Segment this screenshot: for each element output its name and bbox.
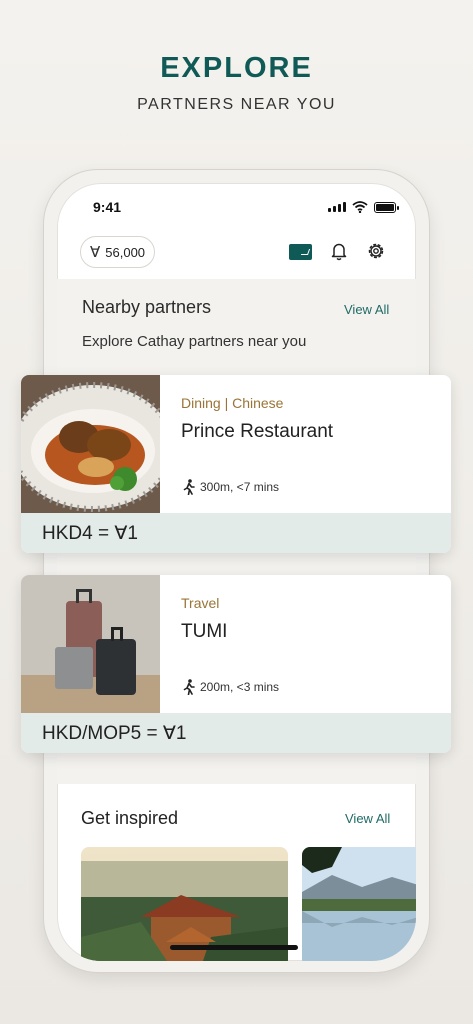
earn-rate-text: HKD/MOP5 = Ɐ1 <box>42 722 187 744</box>
partner-distance: 300m, <7 mins <box>183 479 279 495</box>
points-balance-chip[interactable]: Ɐ 56,000 <box>80 236 156 268</box>
asia-miles-icon: Ɐ <box>90 244 101 261</box>
signal-icon <box>328 202 346 212</box>
partner-category: Travel <box>181 595 220 611</box>
earn-rate-band: HKD/MOP5 = Ɐ1 <box>21 713 451 753</box>
section-title-nearby: Nearby partners <box>82 297 212 317</box>
inspire-card-lake[interactable] <box>302 847 416 961</box>
bell-icon[interactable] <box>330 241 348 261</box>
earn-rate-text: HKD4 = Ɐ1 <box>42 522 138 544</box>
hero-title: EXPLORE <box>160 52 313 84</box>
inspire-view-all-link[interactable]: View All <box>345 811 390 826</box>
phone-screen: 9:41 Ɐ 56,000 Nearby partners View All E… <box>57 183 416 961</box>
nearby-subtitle: Explore Cathay partners near you <box>82 333 307 350</box>
distance-text: 200m, <3 mins <box>200 680 280 694</box>
partner-distance: 200m, <3 mins <box>183 679 279 695</box>
partner-card[interactable]: Travel TUMI 200m, <3 mins HKD/MOP5 = Ɐ1 <box>21 575 451 753</box>
partner-name: Prince Restaurant <box>181 421 334 442</box>
luggage-photo <box>21 575 160 713</box>
palace-lake-photo <box>81 847 288 961</box>
status-icons <box>328 201 399 213</box>
partner-category: Dining | Chinese <box>181 395 284 411</box>
inspire-card-palace[interactable] <box>81 847 288 961</box>
wifi-icon <box>352 201 368 213</box>
status-time: 9:41 <box>93 199 122 215</box>
partner-image <box>21 575 160 713</box>
partner-card[interactable]: Dining | Chinese Prince Restaurant 300m,… <box>21 375 451 553</box>
inspire-title: Get inspired <box>81 808 179 828</box>
earn-rate-band: HKD4 = Ɐ1 <box>21 513 451 553</box>
points-balance: 56,000 <box>105 244 146 260</box>
nearby-view-all-link[interactable]: View All <box>344 302 389 317</box>
mountain-lake-photo <box>302 847 416 961</box>
partner-name: TUMI <box>181 621 228 642</box>
gear-icon[interactable] <box>366 241 386 261</box>
walking-icon <box>183 679 195 695</box>
distance-text: 300m, <7 mins <box>200 480 280 494</box>
walking-icon <box>183 479 195 495</box>
home-indicator <box>170 945 298 950</box>
membership-card-icon[interactable] <box>289 244 312 260</box>
dish-photo <box>21 375 160 513</box>
battery-icon <box>374 201 399 213</box>
partner-image <box>21 375 160 513</box>
hero-subtitle: PARTNERS NEAR YOU <box>137 96 336 113</box>
